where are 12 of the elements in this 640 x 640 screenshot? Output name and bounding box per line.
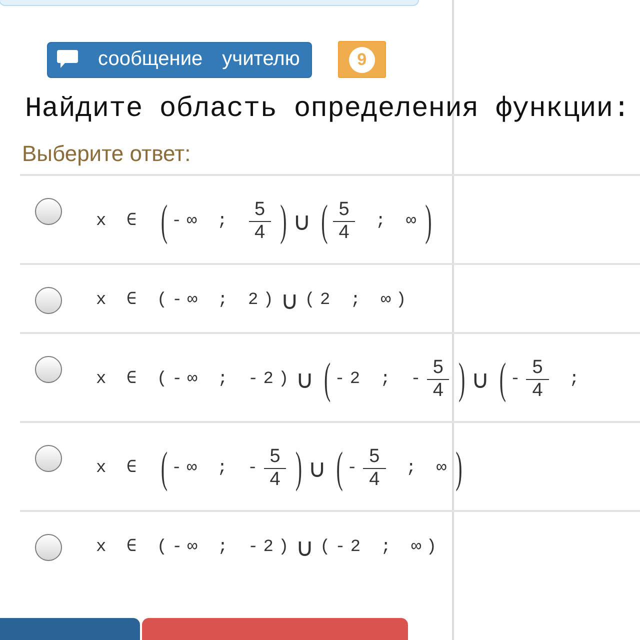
answer-formula: x ∈ (-∞ ; -2)∪ (-2 ; ∞)	[96, 534, 442, 561]
radio-button[interactable]	[35, 198, 62, 225]
answer-prompt: Выберите ответ:	[21, 141, 192, 167]
radio-button[interactable]	[35, 287, 62, 314]
chat-bubble-icon	[57, 50, 78, 68]
radio-button[interactable]	[35, 356, 62, 383]
radio-button[interactable]	[35, 534, 62, 561]
message-teacher-button[interactable]: сообщение учителю	[47, 42, 312, 78]
count-badge: 9	[348, 46, 375, 72]
answer-formula: x ∈ (-∞ ; 2)∪ (2 ; ∞)	[96, 287, 412, 314]
question-text: Найдите область определения функции:	[24, 94, 631, 126]
radio-button[interactable]	[35, 445, 62, 472]
